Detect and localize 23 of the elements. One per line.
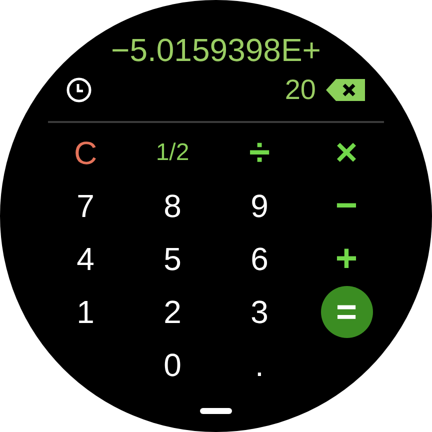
digit-key[interactable]: 4 [68,238,102,278]
digit-key[interactable]: 6 [242,238,276,278]
digit-key[interactable]: 9 [242,186,276,226]
operator-key[interactable]: × [327,134,366,172]
history-icon[interactable] [66,77,92,103]
digit-key[interactable]: 0 [156,344,190,384]
operator-key[interactable]: ÷ [241,134,278,172]
digit-key[interactable]: 8 [156,186,190,226]
equals-key[interactable]: = [320,286,372,338]
digit-key[interactable]: 7 [68,186,102,226]
clear-key[interactable]: C [66,132,106,172]
backspace-icon[interactable] [326,78,366,102]
expression-text: −5.0159398E+ [111,34,321,66]
digit-key[interactable]: . [247,344,272,384]
operator-key[interactable]: − [327,186,366,224]
result-text: 20 [284,76,316,104]
operator-key[interactable]: + [327,240,366,278]
function-key[interactable]: 1/2 [148,136,198,168]
digit-key[interactable]: 2 [156,292,190,332]
digit-key[interactable]: 3 [242,292,276,332]
digit-key[interactable]: 1 [68,292,102,332]
home-handle[interactable] [200,408,232,414]
digit-key[interactable]: 5 [156,238,190,278]
